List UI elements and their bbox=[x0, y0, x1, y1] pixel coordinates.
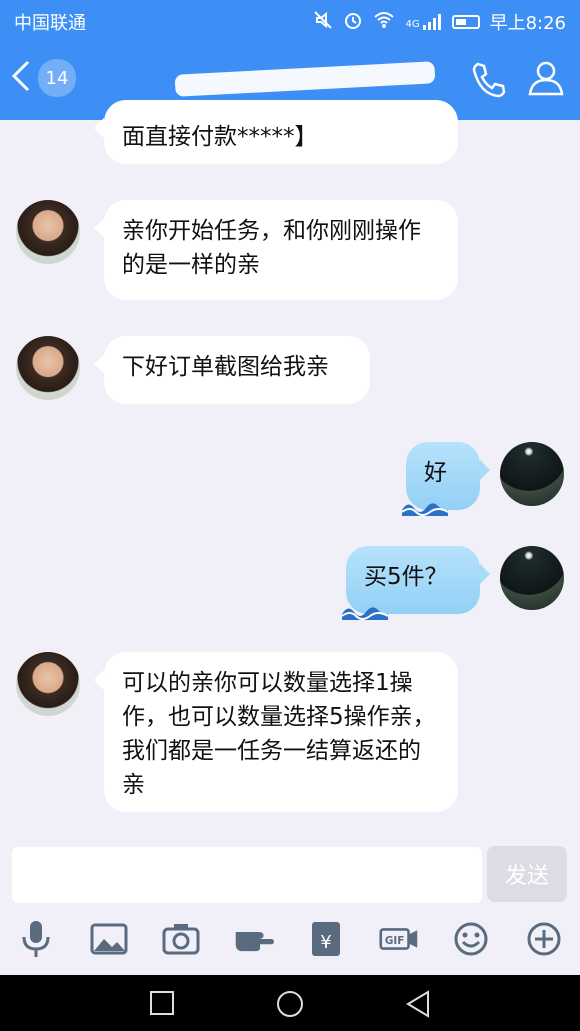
message-bubble-left[interactable]: 下好订单截图给我亲 bbox=[94, 336, 370, 404]
red-packet-icon[interactable]: ¥ bbox=[306, 919, 346, 959]
contact-avatar[interactable] bbox=[16, 652, 80, 716]
unread-badge: 14 bbox=[38, 59, 76, 97]
redacted-contact-name bbox=[174, 61, 436, 97]
message-bubble-right[interactable]: 好 bbox=[402, 442, 490, 516]
message-text: 下好订单截图给我亲 bbox=[122, 354, 329, 380]
image-icon[interactable] bbox=[89, 919, 129, 959]
message-text: 买5件？ bbox=[364, 564, 448, 590]
network-label: 4G bbox=[405, 19, 420, 30]
message-bubble-left[interactable]: 面直接付款*****】 bbox=[94, 100, 458, 164]
back-button[interactable]: 14 bbox=[10, 58, 76, 98]
message-bubble-right[interactable]: 买5件？ bbox=[342, 546, 490, 620]
phone-icon[interactable] bbox=[468, 58, 508, 102]
contact-avatar[interactable] bbox=[16, 200, 80, 264]
recent-apps-icon[interactable] bbox=[148, 989, 176, 1021]
input-toolbar: ¥ GIF bbox=[0, 915, 580, 963]
wave-decoration-icon bbox=[342, 607, 388, 620]
clock: 早上8:26 bbox=[489, 13, 566, 34]
contact-avatar[interactable] bbox=[16, 336, 80, 400]
alarm-icon bbox=[343, 10, 363, 35]
plus-icon[interactable] bbox=[524, 919, 564, 959]
input-bar: 发送 ¥ GIF bbox=[0, 835, 580, 975]
chevron-left-icon bbox=[10, 58, 32, 98]
chat-area[interactable]: 面直接付款*****】 亲你开始任务，和你刚刚操作的是一样的亲 下好订单截图给我… bbox=[0, 100, 580, 835]
mute-icon bbox=[313, 10, 333, 35]
profile-icon[interactable] bbox=[526, 58, 566, 102]
wave-decoration-icon bbox=[402, 503, 448, 516]
wifi-icon bbox=[373, 11, 395, 34]
gif-icon[interactable]: GIF bbox=[379, 919, 419, 959]
system-nav-bar bbox=[0, 975, 580, 1031]
emoji-icon[interactable] bbox=[451, 919, 491, 959]
message-text: 面直接付款*****】 bbox=[122, 124, 318, 150]
message-text: 可以的亲你可以数量选择1操作，也可以数量选择5操作亲，我们都是一任务一结算返还的… bbox=[122, 670, 436, 798]
message-bubble-left[interactable]: 可以的亲你可以数量选择1操作，也可以数量选择5操作亲，我们都是一任务一结算返还的… bbox=[94, 652, 458, 812]
svg-text:¥: ¥ bbox=[321, 932, 332, 953]
message-input[interactable] bbox=[12, 847, 482, 903]
carrier-name: 中国联通 bbox=[14, 13, 86, 34]
message-text: 亲你开始任务，和你刚刚操作的是一样的亲 bbox=[122, 218, 421, 278]
user-avatar[interactable] bbox=[500, 442, 564, 506]
message-text: 好 bbox=[424, 460, 447, 486]
hand-icon[interactable] bbox=[234, 919, 274, 959]
status-bar: 中国联通 4G 早上8:26 bbox=[0, 0, 580, 40]
camera-icon[interactable] bbox=[161, 919, 201, 959]
battery-icon bbox=[451, 15, 480, 29]
signal-icon: 4G bbox=[405, 14, 441, 30]
message-bubble-left[interactable]: 亲你开始任务，和你刚刚操作的是一样的亲 bbox=[94, 200, 458, 300]
send-button[interactable]: 发送 bbox=[487, 846, 567, 902]
back-icon[interactable] bbox=[404, 989, 432, 1023]
status-icons: 4G 早上8:26 bbox=[313, 9, 566, 35]
user-avatar[interactable] bbox=[500, 546, 564, 610]
home-icon[interactable] bbox=[275, 989, 305, 1023]
microphone-icon[interactable] bbox=[16, 919, 56, 959]
svg-text:GIF: GIF bbox=[385, 935, 405, 947]
